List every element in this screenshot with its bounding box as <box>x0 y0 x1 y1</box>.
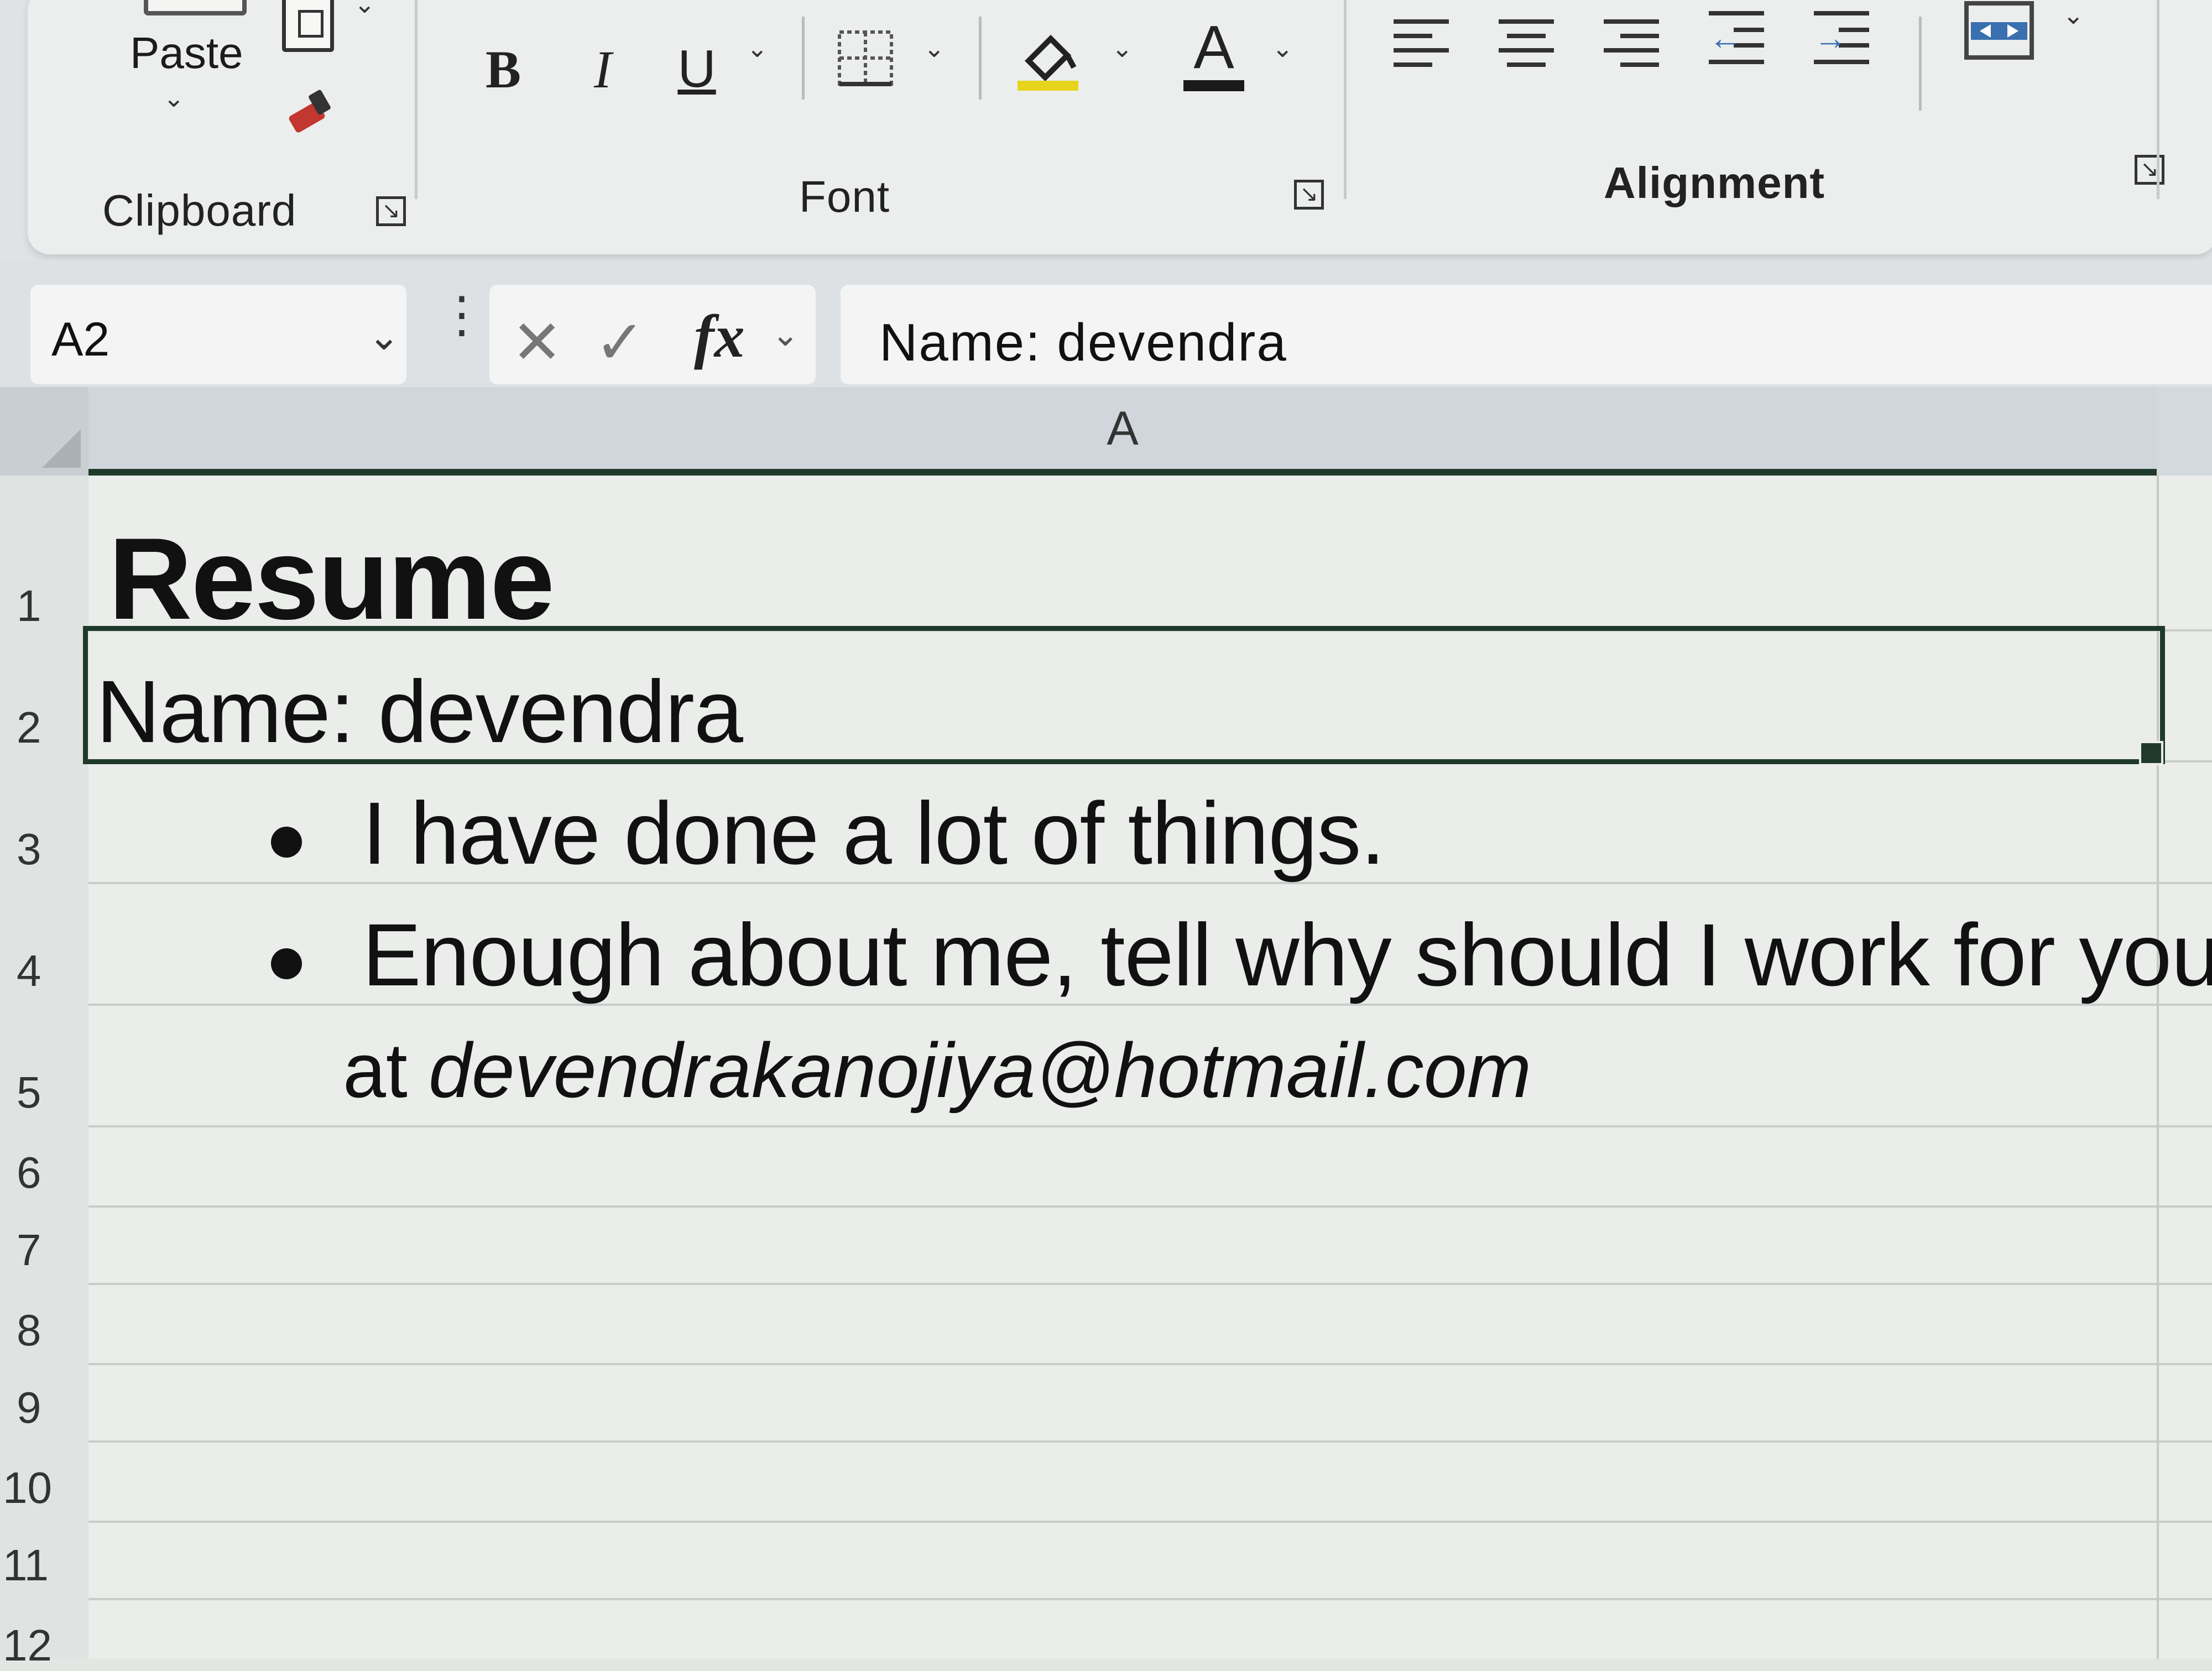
group-separator <box>2157 0 2159 199</box>
column-header-label: A <box>1107 402 1139 455</box>
enter-icon[interactable]: ✓ <box>594 307 645 378</box>
row-header[interactable]: 7 <box>0 1225 83 1276</box>
group-separator <box>415 0 418 199</box>
row-header[interactable]: 11 <box>0 1540 83 1591</box>
column-header-row: A <box>0 387 2212 476</box>
font-color-dropdown-icon[interactable]: ⌄ <box>1272 33 1293 63</box>
align-right-icon[interactable] <box>1604 19 1665 80</box>
borders-dropdown-icon[interactable]: ⌄ <box>924 33 945 63</box>
cell-a4-text[interactable]: Enough about me, tell why should I work … <box>362 904 2212 1006</box>
font-launcher-icon[interactable]: ↘ <box>1294 180 1324 210</box>
formula-input[interactable]: Name: devendra <box>841 285 2212 384</box>
more-options-icon[interactable]: ⋮ <box>437 290 487 340</box>
row-header[interactable]: 3 <box>0 824 83 875</box>
group-label-font: Font <box>799 172 890 221</box>
italic-button[interactable]: I <box>575 39 630 100</box>
increase-indent-icon[interactable]: → <box>1814 11 1875 72</box>
cancel-icon[interactable]: ✕ <box>512 307 562 378</box>
cell-a5-email[interactable]: devendrakanojiya@hotmail.com <box>429 1026 1531 1115</box>
row-header[interactable]: 2 <box>0 702 83 753</box>
formula-bar: A2 ⌄ ⋮ ✕ ✓ fx ⌄ Name: devendra <box>0 260 2212 387</box>
font-separator <box>802 17 805 100</box>
group-separator <box>1344 0 1347 199</box>
bullet-icon <box>271 948 302 979</box>
alignment-separator <box>1919 17 1922 111</box>
cell-a3-text[interactable]: I have done a lot of things. <box>362 782 1385 884</box>
borders-icon[interactable] <box>835 28 896 88</box>
name-box-value[interactable]: A2 <box>51 312 109 367</box>
align-center-icon[interactable] <box>1499 19 1559 80</box>
insert-function-button[interactable]: fx <box>694 301 745 372</box>
row-header[interactable]: 10 <box>0 1463 83 1513</box>
bold-button[interactable]: B <box>476 39 531 100</box>
column-header-a[interactable]: A <box>88 387 2157 476</box>
chevron-down-icon[interactable]: ⌄ <box>771 315 799 354</box>
format-painter-icon[interactable] <box>279 86 340 141</box>
paste-button[interactable]: Paste <box>130 28 243 79</box>
underline-dropdown-icon[interactable]: ⌄ <box>747 33 768 63</box>
fill-color-dropdown-icon[interactable]: ⌄ <box>1112 33 1133 63</box>
ribbon: Paste ⌄ ⌄ Clipboard ↘ B I U ⌄ ⌄ ⌄ A ⌄ Fo… <box>0 0 2212 260</box>
align-left-icon[interactable] <box>1394 19 1454 80</box>
gridline <box>88 1125 2212 1127</box>
row-header[interactable]: 4 <box>0 946 83 996</box>
paste-dropdown-icon[interactable]: ⌄ <box>163 83 185 113</box>
merge-dropdown-icon[interactable]: ⌄ <box>2063 0 2084 30</box>
row-header[interactable]: 6 <box>0 1147 83 1198</box>
gridline <box>88 1363 2212 1365</box>
sheet-grid[interactable]: Resume Name: devendra I have done a lot … <box>83 476 2212 1659</box>
ribbon-panel: Paste ⌄ ⌄ Clipboard ↘ B I U ⌄ ⌄ ⌄ A ⌄ Fo… <box>28 0 2212 254</box>
formula-text[interactable]: Name: devendra <box>879 312 1287 373</box>
gridline <box>88 1205 2212 1208</box>
chevron-down-icon[interactable]: ⌄ <box>368 314 400 359</box>
gridline <box>88 1521 2212 1523</box>
font-color-button[interactable]: A <box>1183 13 1244 81</box>
alignment-launcher-icon[interactable]: ↘ <box>2135 155 2164 185</box>
gridline <box>88 1440 2212 1443</box>
font-separator <box>979 17 982 100</box>
decrease-indent-icon[interactable]: ← <box>1709 11 1770 72</box>
fill-handle[interactable] <box>2139 741 2163 765</box>
font-color-swatch <box>1183 80 1244 91</box>
formula-buttons: ✕ ✓ fx ⌄ <box>489 285 816 384</box>
clipboard-launcher-icon[interactable]: ↘ <box>376 196 406 226</box>
merge-center-icon[interactable] <box>1963 0 2035 61</box>
copy-icon[interactable] <box>282 0 334 52</box>
fill-color-icon[interactable] <box>1012 22 1084 94</box>
bullet-icon <box>271 827 302 858</box>
gridline <box>88 1598 2212 1600</box>
cell-a5-prefix[interactable]: at <box>343 1026 408 1115</box>
row-header[interactable]: 5 <box>0 1067 83 1118</box>
paste-icon[interactable] <box>144 0 247 15</box>
row-header[interactable]: 8 <box>0 1305 83 1356</box>
select-all-button[interactable] <box>0 387 88 476</box>
row-header[interactable]: 12 <box>0 1620 83 1671</box>
group-label-alignment: Alignment <box>1604 158 1825 207</box>
cell-a2-name[interactable]: Name: devendra <box>96 661 743 763</box>
gridline <box>88 1283 2212 1285</box>
copy-dropdown-icon[interactable]: ⌄ <box>354 0 375 19</box>
row-header[interactable]: 9 <box>0 1382 83 1433</box>
underline-button[interactable]: U <box>669 39 724 100</box>
row-headers: 1 2 3 4 5 6 7 8 9 10 11 12 <box>0 476 88 1670</box>
row-header[interactable]: 1 <box>0 581 83 631</box>
name-box[interactable]: A2 ⌄ <box>30 285 406 384</box>
group-label-clipboard: Clipboard <box>102 186 297 235</box>
